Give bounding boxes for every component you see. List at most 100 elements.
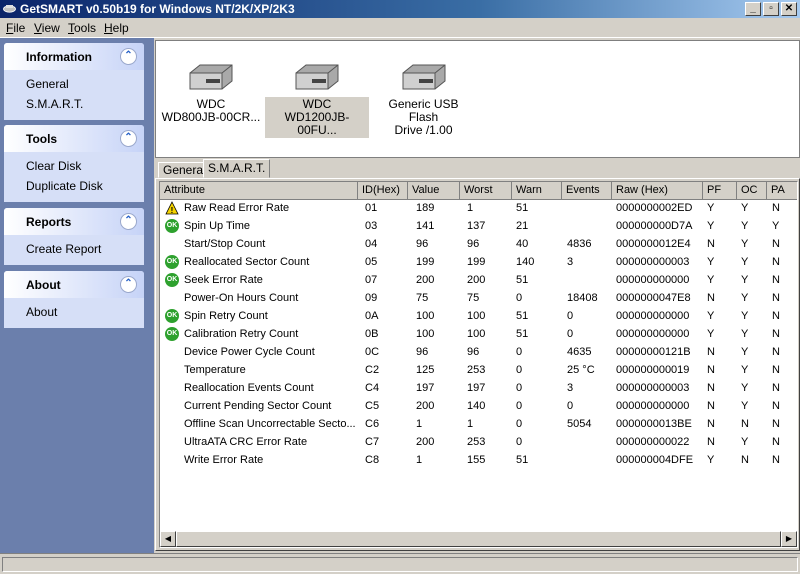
smart-attribute-table[interactable]: Attribute ID(Hex) Value Worst Warn Event…: [159, 181, 798, 548]
table-row[interactable]: OK Calibration Retry Count 0B 100 100 51 0 0000…: [160, 326, 797, 344]
drive-model: Drive /1.00: [394, 123, 453, 137]
tab-smart[interactable]: S.M.A.R.T.: [203, 159, 271, 178]
table-cell-oc: Y: [741, 256, 749, 268]
table-cell-oc: Y: [741, 346, 749, 358]
column-header-worst[interactable]: Worst: [460, 182, 512, 200]
column-header-oc[interactable]: OC: [737, 182, 767, 200]
table-row[interactable]: ! Raw Read Error Rate 01 189 1 51 0000000002ED…: [160, 200, 797, 218]
collapse-chevron-icon[interactable]: ⌃: [120, 130, 137, 147]
scroll-right-icon[interactable]: ▶: [781, 531, 797, 547]
menu-view[interactable]: View: [34, 21, 60, 35]
table-cell-worst: 96: [467, 238, 480, 250]
menu-help[interactable]: Help: [104, 21, 129, 35]
column-header-warn[interactable]: Warn: [512, 182, 562, 200]
table-row[interactable]: Offline Scan Uncorrectable Secto... C6 1 1 0…: [160, 416, 797, 434]
table-row[interactable]: Reallocation Events Count C4 197 197 0 3 00000…: [160, 380, 797, 398]
warning-glyph: !: [171, 206, 174, 215]
column-header-raw[interactable]: Raw (Hex): [612, 182, 703, 200]
table-cell-id-hex: 05: [365, 256, 378, 268]
table-cell-raw-hex: 000000000000: [616, 310, 690, 322]
group-header-reports[interactable]: Reports ⌃: [4, 208, 144, 235]
table-cell-id-hex: 04: [365, 238, 378, 250]
table-cell-attribute: Spin Retry Count: [184, 310, 268, 322]
table-row[interactable]: OK Reallocated Sector Count 05 199 199 140 3 00…: [160, 254, 797, 272]
drive-list: WDC WD800JB-00CR... WDC WD1200JB-00FU... G…: [155, 40, 800, 158]
table-row[interactable]: OK Spin Up Time 03 141 137 21 000000000D7A Y Y Y: [160, 218, 797, 236]
table-row[interactable]: Power-On Hours Count 09 75 75 0 18408 00000000…: [160, 290, 797, 308]
table-row[interactable]: Current Pending Sector Count C5 200 140 0 0 00…: [160, 398, 797, 416]
group-title: About: [26, 278, 61, 292]
table-cell-worst: 100: [467, 328, 486, 340]
sidebar-item-smart[interactable]: S.M.A.R.T.: [4, 94, 144, 114]
table-cell-id-hex: C4: [365, 382, 380, 394]
table-cell-pf: Y: [707, 328, 715, 340]
drive-item-selected[interactable]: WDC WD1200JB-00FU...: [265, 61, 369, 138]
table-cell-pf: N: [707, 382, 715, 394]
table-cell-attribute: Reallocation Events Count: [184, 382, 314, 394]
table-cell-worst: 96: [467, 346, 480, 358]
column-header-value[interactable]: Value: [408, 182, 460, 200]
tab-strip: General S.M.A.R.T.: [155, 158, 800, 178]
table-cell-worst: 75: [467, 292, 480, 304]
table-row[interactable]: OK Spin Retry Count 0A 100 100 51 0 00000000000…: [160, 308, 797, 326]
table-cell-pa: N: [772, 364, 780, 376]
table-cell-oc: Y: [741, 364, 749, 376]
close-button[interactable]: ✕: [781, 2, 797, 16]
minimize-button[interactable]: _: [745, 2, 761, 16]
column-header-pf[interactable]: PF: [703, 182, 737, 200]
table-cell-attribute: Spin Up Time: [184, 220, 251, 232]
column-header-pa[interactable]: PA: [767, 182, 797, 200]
scroll-left-icon[interactable]: ◀: [160, 531, 176, 547]
table-cell-attribute: Start/Stop Count: [184, 238, 266, 250]
table-row[interactable]: OK Seek Error Rate 07 200 200 51 000000000000 Y…: [160, 272, 797, 290]
table-cell-pa: Y: [772, 220, 780, 232]
table-cell-warn: 0: [516, 292, 523, 304]
sidebar-item-create-report[interactable]: Create Report: [4, 239, 144, 259]
collapse-chevron-icon[interactable]: ⌃: [120, 276, 137, 293]
table-cell-attribute: Power-On Hours Count: [184, 292, 299, 304]
table-cell-oc: Y: [741, 220, 749, 232]
column-header-id[interactable]: ID(Hex): [358, 182, 408, 200]
table-row[interactable]: Temperature C2 125 253 0 25 °C 000000000019 N Y N: [160, 362, 797, 380]
table-cell-value: 96: [416, 346, 429, 358]
column-header-attribute[interactable]: Attribute: [160, 182, 358, 200]
table-cell-oc: N: [741, 418, 749, 430]
sidebar-item-duplicate-disk[interactable]: Duplicate Disk: [4, 176, 144, 196]
table-cell-id-hex: 01: [365, 202, 378, 214]
sidebar-item-general[interactable]: General: [4, 74, 144, 94]
table-cell-warn: 0: [516, 364, 523, 376]
table-header: Attribute ID(Hex) Value Worst Warn Event…: [160, 182, 797, 200]
table-cell-value: 200: [416, 436, 435, 448]
group-header-tools[interactable]: Tools ⌃: [4, 125, 144, 152]
table-cell-value: 125: [416, 364, 435, 376]
smart-panel: Attribute ID(Hex) Value Worst Warn Event…: [155, 178, 800, 551]
hard-disk-icon: [402, 64, 445, 90]
collapse-chevron-icon[interactable]: ⌃: [120, 213, 137, 230]
table-cell-worst: 199: [467, 256, 486, 268]
title-bar[interactable]: GetSMART v0.50b19 for Windows NT/2K/XP/2…: [0, 0, 800, 18]
table-cell-raw-hex: 000000000000: [616, 274, 690, 286]
table-row[interactable]: Write Error Rate C8 1 155 51 000000004DFE Y N N: [160, 452, 797, 470]
scroll-thumb[interactable]: [176, 531, 781, 547]
sidebar-item-clear-disk[interactable]: Clear Disk: [4, 156, 144, 176]
menu-tools[interactable]: Tools: [68, 21, 96, 35]
table-cell-id-hex: C7: [365, 436, 380, 448]
sidebar-group-reports: Reports ⌃ Create Report: [4, 208, 144, 265]
sidebar-item-about[interactable]: About: [4, 302, 144, 322]
table-cell-value: 189: [416, 202, 435, 214]
group-header-about[interactable]: About ⌃: [4, 271, 144, 298]
table-row[interactable]: Device Power Cycle Count 0C 96 96 0 4635 00000…: [160, 344, 797, 362]
maximize-button[interactable]: ▫: [763, 2, 779, 16]
menu-file[interactable]: File: [6, 21, 25, 35]
group-header-information[interactable]: Information ⌃: [4, 43, 144, 70]
drive-item[interactable]: Generic USB Flash Drive /1.00: [371, 61, 476, 138]
horizontal-scrollbar[interactable]: ◀ ▶: [160, 531, 797, 547]
table-row[interactable]: UltraATA CRC Error Rate C7 200 253 0 00000000…: [160, 434, 797, 452]
collapse-chevron-icon[interactable]: ⌃: [120, 48, 137, 65]
table-cell-value: 75: [416, 292, 429, 304]
table-cell-warn: 40: [516, 238, 529, 250]
column-header-events[interactable]: Events: [562, 182, 612, 200]
table-cell-pa: N: [772, 328, 780, 340]
table-row[interactable]: Start/Stop Count 04 96 96 40 4836 0000000012E4…: [160, 236, 797, 254]
drive-item[interactable]: WDC WD800JB-00CR...: [159, 61, 263, 125]
